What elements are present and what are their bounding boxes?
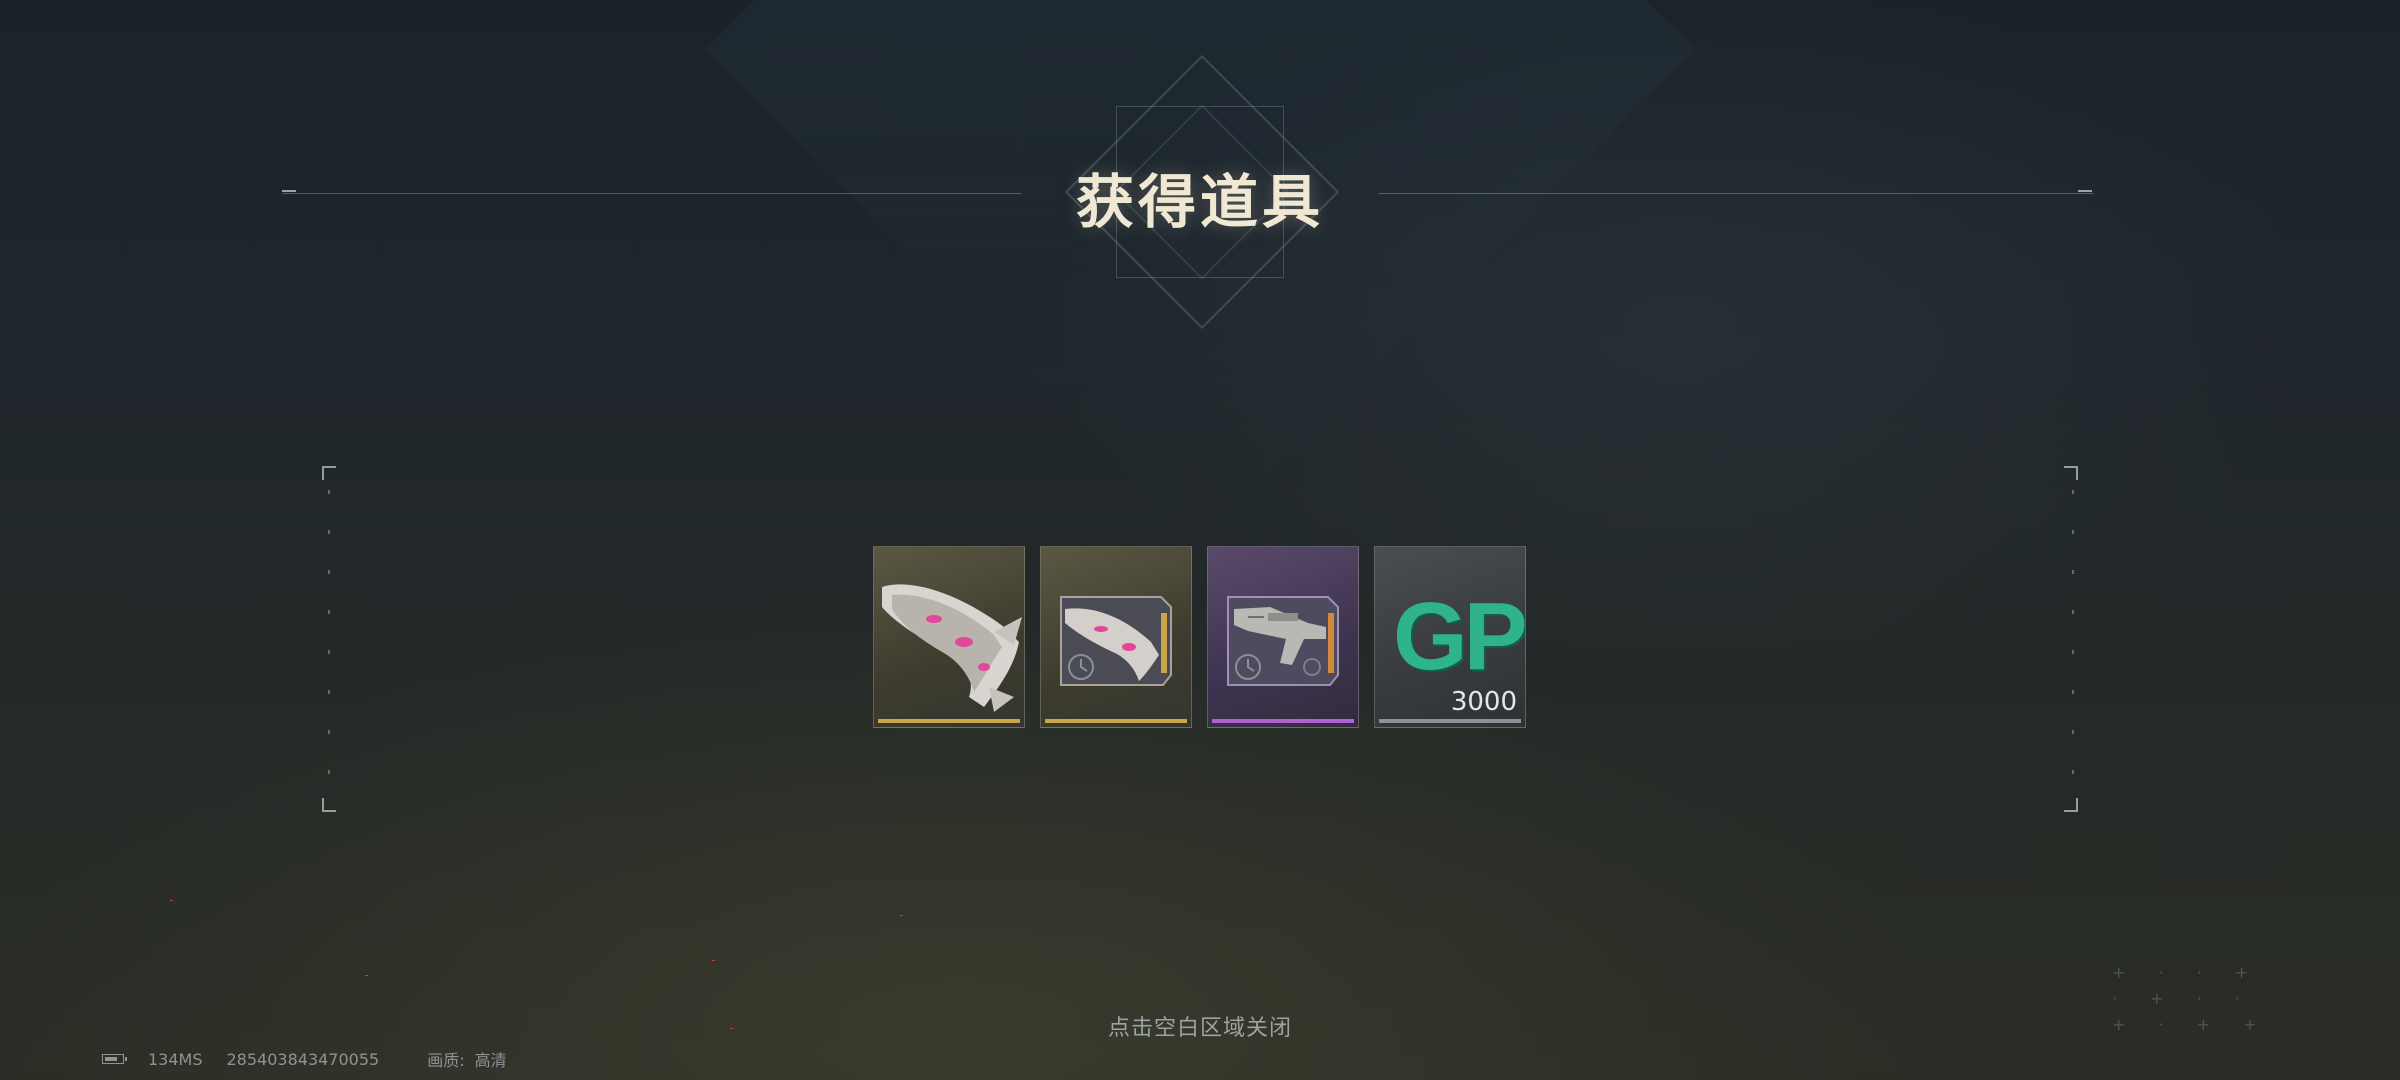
frame-side-right bbox=[2072, 490, 2074, 790]
frame-corner-top-right bbox=[2064, 466, 2078, 480]
close-hint[interactable]: 点击空白区域关闭 bbox=[0, 1010, 2400, 1042]
rarity-bar bbox=[1045, 719, 1187, 723]
rifle-card-icon bbox=[1227, 596, 1339, 686]
rarity-bar bbox=[1212, 719, 1354, 723]
weapon-trial-card-item[interactable] bbox=[1040, 546, 1192, 728]
plus-grid-decoration: + · · + · + · · + · + + bbox=[2112, 963, 2271, 1034]
frame-side-left bbox=[328, 490, 330, 790]
ember-spark bbox=[365, 975, 368, 976]
item-quantity: 3000 bbox=[1450, 687, 1517, 717]
page-title: 获得道具 bbox=[1075, 168, 1324, 236]
frame-corner-bottom-left bbox=[322, 798, 336, 812]
frame-corner-bottom-right bbox=[2064, 798, 2078, 812]
rarity-bar bbox=[878, 719, 1020, 723]
status-bar: 134MS 285403843470055 画质: 高清 bbox=[102, 1047, 507, 1071]
quality-label: 画质: bbox=[427, 1051, 465, 1070]
ember-spark bbox=[170, 900, 173, 901]
ember-spark bbox=[900, 915, 903, 916]
gp-icon: GP bbox=[1393, 583, 1525, 690]
pink-claw-weapon-icon bbox=[882, 584, 1022, 712]
pink-claw-weapon-card-icon bbox=[1060, 596, 1172, 686]
rarity-bar bbox=[1379, 719, 1521, 723]
battery-icon bbox=[102, 1054, 127, 1064]
ping-value: 134MS bbox=[148, 1049, 203, 1069]
rifle-trial-card-item[interactable] bbox=[1207, 546, 1359, 728]
gp-currency-item[interactable]: GP 3000 bbox=[1374, 546, 1526, 728]
frame-corner-top-left bbox=[322, 466, 336, 480]
ember-spark bbox=[730, 1028, 733, 1029]
weapon-skin-item[interactable] bbox=[873, 546, 1025, 728]
quality-value: 高清 bbox=[474, 1051, 507, 1070]
reward-items: GP 3000 bbox=[873, 546, 1526, 728]
user-id: 285403843470055 bbox=[226, 1049, 380, 1069]
dialog-header: 获得道具 bbox=[0, 0, 2400, 360]
ember-spark bbox=[712, 960, 715, 961]
